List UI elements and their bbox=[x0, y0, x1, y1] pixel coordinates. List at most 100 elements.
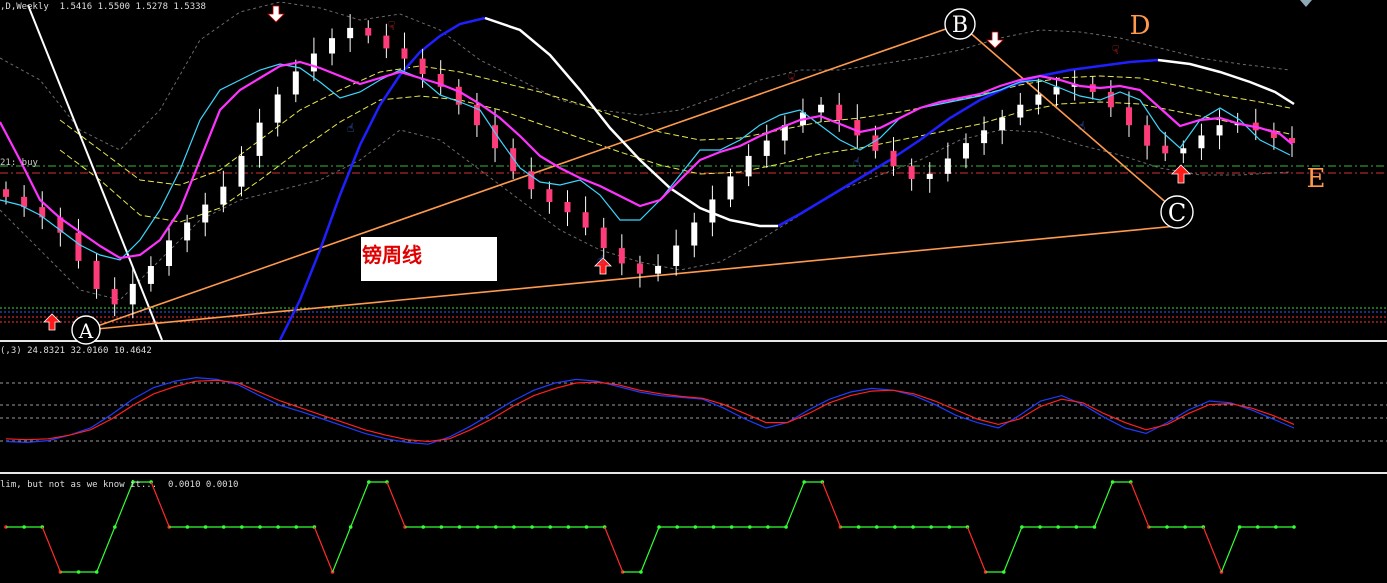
fractal-bot-1: ☝ bbox=[347, 121, 354, 135]
osc-segment bbox=[41, 526, 61, 573]
candle-body bbox=[999, 117, 1006, 131]
chart-shift-marker[interactable] bbox=[1300, 0, 1312, 7]
osc-segment bbox=[785, 481, 805, 528]
candle-body bbox=[75, 232, 82, 261]
candle-body bbox=[184, 222, 191, 241]
arrow-up-3 bbox=[1171, 164, 1191, 184]
candle-body bbox=[1125, 107, 1132, 126]
ma-cyan bbox=[0, 63, 1291, 261]
stochastic-panel bbox=[0, 376, 1387, 445]
stoch-header-name: (,3) bbox=[0, 346, 22, 356]
candle-body bbox=[220, 186, 227, 205]
candle-body bbox=[238, 155, 245, 187]
osc-segment bbox=[386, 481, 406, 528]
osc-point bbox=[1292, 525, 1296, 529]
candle-body bbox=[1144, 125, 1151, 146]
panel-divider-2 bbox=[0, 472, 1387, 474]
candle-body bbox=[1017, 104, 1024, 118]
osc-segment bbox=[1093, 481, 1114, 528]
candle-body bbox=[365, 27, 372, 36]
ma-blue-2 bbox=[777, 58, 1159, 228]
candle-body bbox=[329, 38, 336, 54]
trendline-a-c bbox=[85, 225, 1178, 331]
candle-body bbox=[274, 94, 281, 123]
custom-value-1: 0.0010 bbox=[167, 480, 201, 490]
candle-body bbox=[673, 245, 680, 266]
arrow-down-2 bbox=[986, 31, 1004, 49]
candle-body bbox=[908, 166, 915, 179]
wave-label-a: A bbox=[78, 319, 94, 343]
candle-body bbox=[727, 176, 734, 200]
candle-body bbox=[3, 189, 9, 197]
candle-body bbox=[401, 48, 408, 59]
wave-label-d: D bbox=[1130, 11, 1151, 41]
fractal-top-1: ☟ bbox=[388, 19, 395, 33]
osc-segment bbox=[350, 481, 370, 528]
candle-body bbox=[310, 53, 317, 72]
candle-body bbox=[93, 260, 100, 290]
candle-body bbox=[836, 104, 843, 121]
candle-body bbox=[564, 202, 571, 213]
candle-body bbox=[818, 104, 825, 113]
osc-segment bbox=[604, 526, 624, 573]
ohlc-open: 1.5416 bbox=[59, 2, 93, 12]
osc-segment bbox=[1130, 481, 1150, 528]
price-chart: ☟ ☟ ☟ ☝ ☝ ☝ ☝ A B C D E bbox=[0, 0, 1387, 574]
candle-body bbox=[256, 122, 263, 156]
osc-segment bbox=[313, 526, 334, 573]
custom-header: lim, but not as we know it... 0.0010 0.0… bbox=[0, 480, 238, 490]
candle-body bbox=[1035, 94, 1042, 105]
wave-label-e: E bbox=[1307, 164, 1326, 194]
osc-segment bbox=[966, 526, 987, 573]
ohlc-close: 1.5338 bbox=[173, 2, 206, 12]
candle-body bbox=[926, 173, 933, 179]
envelope-yellow-lower bbox=[59, 95, 1291, 223]
ma-magenta bbox=[0, 60, 1293, 260]
trendline-a-b bbox=[85, 23, 961, 331]
candle-body bbox=[745, 155, 752, 177]
candle-body bbox=[147, 266, 154, 284]
trendline-b-c bbox=[959, 23, 1178, 213]
candle-body bbox=[166, 240, 173, 266]
candle-body bbox=[1216, 125, 1223, 136]
fractal-top-3: ☟ bbox=[1112, 43, 1119, 57]
osc-segment bbox=[1220, 526, 1241, 573]
custom-header-name: lim, but not as we know it... bbox=[0, 480, 158, 490]
candle-body bbox=[383, 35, 390, 49]
candle-body bbox=[202, 204, 209, 223]
stoch-header: (,3) 24.8321 32.0160 10.4642 bbox=[0, 346, 152, 356]
fractal-bot-3: ☝ bbox=[1078, 119, 1085, 133]
candle-body bbox=[763, 140, 770, 156]
candle-body bbox=[582, 212, 589, 228]
fractal-bot-4: ☝ bbox=[597, 253, 604, 267]
panel-divider-1 bbox=[0, 340, 1387, 342]
ohlc-low: 1.5278 bbox=[135, 2, 169, 12]
candle-body bbox=[981, 130, 988, 144]
candle-body bbox=[944, 158, 951, 174]
candle-body bbox=[872, 135, 879, 151]
osc-segment bbox=[331, 526, 352, 573]
fractal-top-2: ☟ bbox=[788, 71, 795, 85]
osc-segment bbox=[821, 481, 842, 528]
candle-body bbox=[962, 143, 969, 159]
stoch-value-2: 32.0160 bbox=[70, 346, 109, 356]
chart-note[interactable]: 镑周线 bbox=[361, 237, 497, 281]
order-label: 21: buy bbox=[0, 158, 38, 168]
symbol-header: ,D,Weekly bbox=[0, 2, 49, 12]
candle-body bbox=[618, 248, 625, 264]
ohlc-high: 1.5500 bbox=[97, 2, 131, 12]
arrow-down-1 bbox=[267, 5, 285, 23]
candle-body bbox=[419, 58, 426, 74]
stoch-value-1: 24.8321 bbox=[27, 346, 66, 356]
candle-body bbox=[691, 222, 698, 246]
osc-segment bbox=[1003, 526, 1023, 573]
osc-segment bbox=[96, 526, 116, 573]
wave-label-c: C bbox=[1168, 199, 1186, 227]
ma-white-2 bbox=[1157, 58, 1295, 106]
custom-oscillator-panel bbox=[4, 480, 1296, 574]
osc-segment bbox=[1202, 526, 1222, 573]
custom-value-2: 0.0010 bbox=[205, 480, 239, 490]
candle-body bbox=[510, 148, 517, 172]
stoch-main-line bbox=[5, 376, 1295, 445]
stoch-value-3: 10.4642 bbox=[113, 346, 152, 356]
